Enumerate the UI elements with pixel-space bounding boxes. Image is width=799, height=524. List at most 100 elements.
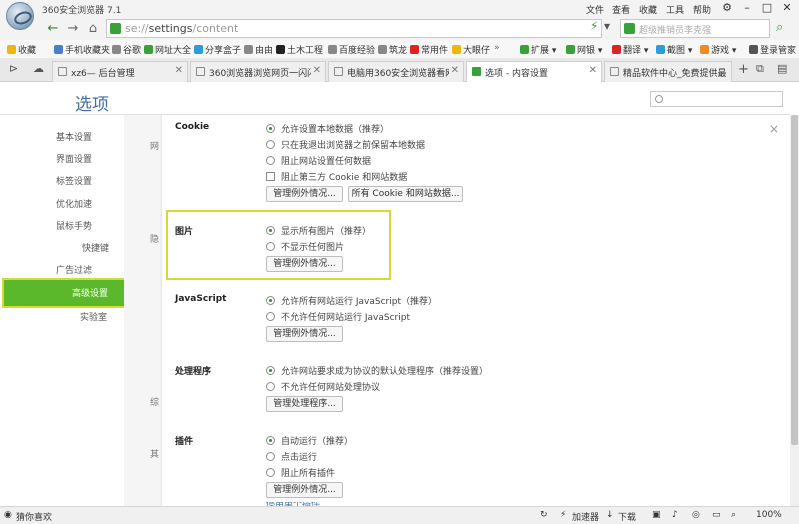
sidebar-item-tabs[interactable]: 标签设置: [0, 172, 124, 192]
radio[interactable]: [266, 312, 275, 321]
cookie-block-third-party[interactable]: 阻止第三方 Cookie 和网站数据: [266, 170, 407, 183]
plugins-option-click[interactable]: 点击运行: [266, 450, 317, 463]
bookmark-item[interactable]: 常用件: [410, 43, 448, 56]
radio[interactable]: [266, 242, 275, 251]
display-icon[interactable]: ▭: [712, 510, 721, 520]
manage-handlers-button[interactable]: 管理处理程序...: [266, 396, 343, 412]
bookmark-item[interactable]: 网址大全: [144, 43, 191, 56]
sidebar-item-optimize[interactable]: 优化加速: [0, 195, 124, 215]
cookie-option-allow[interactable]: 允许设置本地数据（推荐）: [266, 122, 389, 135]
bookmark-item[interactable]: 谷歌: [112, 43, 141, 56]
toolbar-screenshot[interactable]: 截图 ▾: [656, 43, 692, 56]
search-input[interactable]: 超级推销员李克强: [620, 19, 770, 38]
refresh-icon[interactable]: ↻: [540, 510, 548, 520]
sound-icon[interactable]: ♪: [672, 510, 678, 520]
sidebar-toggle-icon[interactable]: ⊳: [9, 62, 18, 75]
radio-selected[interactable]: [266, 436, 275, 445]
share-icon[interactable]: ◎: [692, 510, 700, 520]
dropdown-arrow-icon[interactable]: ▾: [604, 19, 610, 33]
lock-icon[interactable]: ▣: [652, 510, 661, 520]
images-manage-exceptions-button[interactable]: 管理例外情况...: [266, 256, 343, 272]
new-tab-icon[interactable]: +: [738, 62, 749, 77]
tab-list-icon[interactable]: ▤: [777, 62, 787, 75]
cookie-option-block[interactable]: 阻止网站设置任何数据: [266, 154, 371, 167]
tab-item[interactable]: 精品软件中心_免费提供最新: [604, 61, 732, 82]
menu-favorites[interactable]: 收藏: [639, 3, 657, 16]
accelerator-button[interactable]: 加速器: [572, 510, 599, 523]
sidebar-item-mouse-gestures[interactable]: 鼠标手势: [0, 217, 124, 237]
tab-close-icon[interactable]: ✕: [451, 65, 459, 76]
sidebar-item-advanced[interactable]: 高级设置: [2, 278, 135, 308]
bookmark-item[interactable]: 手机收藏夹: [54, 43, 110, 56]
restore-tab-icon[interactable]: ⧉: [756, 62, 764, 76]
tab-close-icon[interactable]: ✕: [313, 65, 321, 76]
bookmark-item[interactable]: 由由: [244, 43, 273, 56]
close-dialog-icon[interactable]: ×: [769, 122, 779, 136]
status-recommend-text[interactable]: 猜你喜欢: [16, 510, 52, 523]
back-icon[interactable]: ←: [44, 20, 62, 37]
bookmark-item[interactable]: 大眼仔: [452, 43, 490, 56]
settings-search-input[interactable]: [650, 91, 783, 107]
bookmark-item[interactable]: 百度经验: [328, 43, 375, 56]
sidebar-item-interface[interactable]: 界面设置: [0, 150, 124, 170]
radio[interactable]: [266, 156, 275, 165]
tab-item[interactable]: 电脑用360安全浏览器看网页 ✕: [328, 61, 464, 82]
tab-item[interactable]: xz6— 后台管理 ✕: [52, 61, 188, 82]
scrollbar[interactable]: [790, 115, 799, 506]
toolbar-extensions[interactable]: 扩展 ▾: [520, 43, 556, 56]
radio[interactable]: [266, 140, 275, 149]
bookmark-item[interactable]: 土木工程: [276, 43, 323, 56]
bookmark-item[interactable]: 筑龙: [378, 43, 407, 56]
handlers-option-allow[interactable]: 允许网站要求成为协议的默认处理程序（推荐设置）: [266, 364, 488, 377]
all-cookies-button[interactable]: 所有 Cookie 和网站数据...: [348, 186, 463, 202]
cookie-option-session[interactable]: 只在我退出浏览器之前保留本地数据: [266, 138, 425, 151]
sidebar-item-basic[interactable]: 基本设置: [0, 128, 124, 148]
tab-close-icon[interactable]: ✕: [175, 65, 183, 76]
radio-selected[interactable]: [266, 124, 275, 133]
bookmark-item[interactable]: 收藏: [7, 43, 36, 56]
search-icon[interactable]: ⌕: [776, 20, 783, 35]
scrollbar-thumb[interactable]: [791, 115, 798, 445]
radio[interactable]: [266, 468, 275, 477]
javascript-option-block[interactable]: 不允许任何网站运行 JavaScript: [266, 310, 410, 323]
plugins-option-auto[interactable]: 自动运行（推荐）: [266, 434, 353, 447]
speed-mode-icon[interactable]: ⚡: [590, 19, 598, 33]
toolbar-bank[interactable]: 网银 ▾: [566, 43, 602, 56]
images-option-show-all[interactable]: 显示所有图片（推荐）: [266, 224, 371, 237]
tab-item[interactable]: 360浏览器浏览网页一闪闪的 ✕: [190, 61, 326, 82]
zoom-level[interactable]: 100%: [756, 510, 782, 520]
download-button[interactable]: 下载: [618, 510, 636, 523]
tab-item-active[interactable]: 选项 - 内容设置 ✕: [466, 61, 602, 82]
bookmark-item[interactable]: 分享盒子: [194, 43, 241, 56]
radio-selected[interactable]: [266, 366, 275, 375]
javascript-option-allow[interactable]: 允许所有网站运行 JavaScript（推荐）: [266, 294, 437, 307]
menu-file[interactable]: 文件: [586, 3, 604, 16]
radio-selected[interactable]: [266, 296, 275, 305]
toolbar-games[interactable]: 游戏 ▾: [700, 43, 736, 56]
url-input[interactable]: se://settings/content: [106, 19, 602, 38]
home-icon[interactable]: ⌂: [84, 20, 102, 37]
plugins-manage-exceptions-button[interactable]: 管理例外情况...: [266, 482, 343, 498]
recommend-icon[interactable]: ◉: [4, 510, 12, 520]
tab-close-icon[interactable]: ✕: [589, 65, 597, 76]
handlers-option-block[interactable]: 不允许任何网站处理协议: [266, 380, 380, 393]
menu-help[interactable]: 帮助: [693, 3, 711, 16]
radio[interactable]: [266, 452, 275, 461]
toolbar-login-manager[interactable]: 登录管家: [749, 43, 796, 56]
plugins-option-block[interactable]: 阻止所有插件: [266, 466, 335, 479]
toolbar-translate[interactable]: 翻译 ▾: [612, 43, 648, 56]
more-bookmarks-icon[interactable]: »: [494, 43, 500, 53]
javascript-manage-exceptions-button[interactable]: 管理例外情况...: [266, 326, 343, 342]
sidebar-item-shortcuts[interactable]: 快捷键: [0, 239, 124, 259]
sidebar-item-lab[interactable]: 实验室: [0, 308, 124, 328]
forward-icon[interactable]: →: [64, 20, 82, 37]
menu-tools[interactable]: 工具: [666, 3, 684, 16]
menu-view[interactable]: 查看: [612, 3, 630, 16]
images-option-show-none[interactable]: 不显示任何图片: [266, 240, 344, 253]
radio[interactable]: [266, 382, 275, 391]
cloud-icon[interactable]: ☁: [33, 62, 44, 75]
cookie-manage-exceptions-button[interactable]: 管理例外情况...: [266, 186, 343, 202]
radio-selected[interactable]: [266, 226, 275, 235]
close-window-icon[interactable]: ✕: [775, 0, 799, 17]
checkbox[interactable]: [266, 172, 275, 181]
